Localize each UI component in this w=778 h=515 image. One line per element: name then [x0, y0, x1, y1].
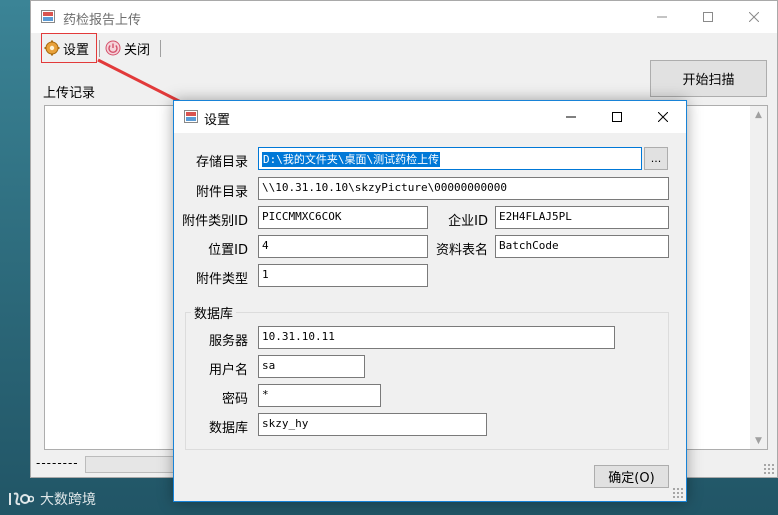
dialog-maximize-button[interactable]	[594, 101, 640, 133]
gear-icon	[44, 40, 60, 56]
data-table-name-input[interactable]: BatchCode	[495, 235, 669, 258]
minimize-icon	[657, 16, 667, 18]
password-label: 密码	[221, 392, 248, 407]
position-id-label: 位置ID	[208, 243, 248, 258]
toolbar: 设置 关闭	[31, 33, 777, 63]
attachment-category-id-label: 附件类别ID	[182, 214, 248, 229]
watermark-logo-icon	[9, 492, 34, 506]
data-table-name-label: 资料表名	[435, 243, 488, 258]
status-text: --------	[36, 456, 79, 470]
scroll-up-icon[interactable]: ▲	[750, 106, 767, 123]
database-group-label: 数据库	[191, 303, 237, 322]
toolbar-close-button[interactable]: 关闭	[105, 33, 150, 63]
username-label: 用户名	[208, 363, 248, 378]
password-input[interactable]: *	[258, 384, 381, 407]
scroll-down-icon[interactable]: ▼	[750, 432, 767, 449]
storage-dir-input[interactable]: D:\我的文件夹\桌面\测试药检上传	[258, 147, 642, 170]
minimize-button[interactable]	[639, 1, 685, 33]
maximize-icon	[612, 112, 622, 122]
position-id-input[interactable]: 4	[258, 235, 428, 258]
power-icon	[105, 40, 121, 56]
attachment-category-id-input[interactable]: PICCMMXC6COK	[258, 206, 428, 229]
attachment-type-input[interactable]: 1	[258, 264, 428, 287]
app-icon	[41, 10, 55, 23]
dialog-resize-grip-icon[interactable]	[672, 487, 684, 499]
upload-record-label: 上传记录	[43, 86, 96, 101]
minimize-icon	[566, 116, 576, 118]
watermark: 大数跨境	[8, 489, 96, 509]
toolbar-separator	[99, 40, 100, 57]
close-icon	[658, 112, 668, 122]
server-label: 服务器	[208, 334, 248, 349]
close-window-button[interactable]	[731, 1, 777, 33]
server-input[interactable]: 10.31.10.11	[258, 326, 615, 349]
attachment-dir-input[interactable]: \\10.31.10.10\skzyPicture\00000000000	[258, 177, 669, 200]
status-progress-bar	[85, 456, 181, 473]
start-scan-button[interactable]: 开始扫描	[650, 60, 767, 97]
toolbar-separator	[160, 40, 161, 57]
storage-dir-label: 存储目录	[195, 155, 248, 170]
ok-button[interactable]: 确定(O)	[594, 465, 669, 488]
settings-label: 设置	[63, 42, 90, 58]
dialog-minimize-button[interactable]	[548, 101, 594, 133]
settings-button[interactable]: 设置	[41, 33, 97, 63]
maximize-icon	[703, 12, 713, 22]
dialog-close-button[interactable]	[640, 101, 686, 133]
storage-dir-value: D:\我的文件夹\桌面\测试药检上传	[262, 152, 441, 167]
maximize-button[interactable]	[685, 1, 731, 33]
close-icon	[749, 12, 759, 22]
username-input[interactable]: sa	[258, 355, 365, 378]
vertical-scrollbar[interactable]: ▲ ▼	[750, 106, 767, 449]
attachment-type-label: 附件类型	[195, 272, 248, 287]
dialog-app-icon	[184, 110, 198, 123]
resize-grip-icon[interactable]	[763, 463, 775, 475]
database-label: 数据库	[208, 421, 248, 436]
browse-button[interactable]: ...	[644, 147, 668, 170]
enterprise-id-input[interactable]: E2H4FLAJ5PL	[495, 206, 669, 229]
database-input[interactable]: skzy_hy	[258, 413, 487, 436]
dialog-title: 设置	[204, 113, 231, 128]
main-window-title: 药检报告上传	[63, 13, 142, 28]
dialog-titlebar[interactable]: 设置	[174, 101, 686, 133]
settings-dialog: 设置 存储目录 D:\我的文件夹\桌面\测试药检上传 ... 附件目录 \\10…	[173, 100, 687, 502]
enterprise-id-label: 企业ID	[448, 214, 488, 229]
attachment-dir-label: 附件目录	[195, 185, 248, 200]
main-titlebar[interactable]: 药检报告上传	[31, 1, 777, 33]
watermark-text: 大数跨境	[40, 492, 96, 508]
close-label: 关闭	[124, 42, 151, 58]
